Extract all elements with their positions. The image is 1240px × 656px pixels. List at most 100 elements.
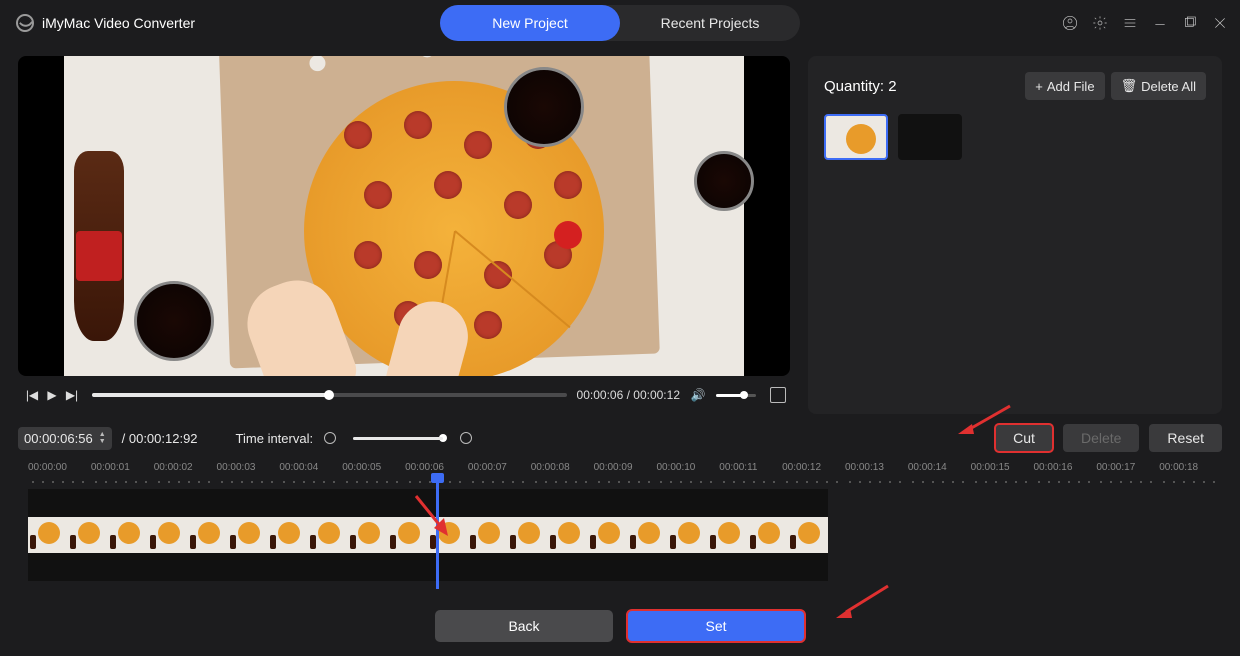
close-icon[interactable] [1212,15,1228,31]
clip-strip [28,517,828,553]
coke-bottle-shape [74,151,124,341]
tab-recent-projects[interactable]: Recent Projects [620,5,800,41]
glass-shape [504,67,584,147]
add-file-button[interactable]: +Add File [1025,72,1104,100]
timeline-frame [428,517,468,553]
time-stepper[interactable]: ▲ ▼ [99,431,106,445]
ruler-tick: 00:00:14 [908,462,971,473]
timeline-ruler: 00:00:0000:00:0100:00:0200:00:0300:00:04… [0,458,1240,473]
player-controls: |◀ ▶ ▶| 00:00:06 / 00:00:12 🔊 [18,376,790,414]
volume-slider[interactable] [716,394,756,397]
timeline-frame [268,517,308,553]
glass-shape [134,281,214,361]
timeline-track[interactable] [28,489,828,581]
delete-button[interactable]: Delete [1063,424,1139,452]
plus-icon: + [1035,79,1043,94]
app-logo-icon [16,14,34,32]
time-input[interactable]: 00:00:06:56 ▲ ▼ [18,427,112,450]
next-frame-button[interactable]: ▶| [62,388,82,402]
bottom-buttons: Back Set [0,610,1240,642]
ruler-tick: 00:00:13 [845,462,908,473]
interval-label: Time interval: [236,431,314,446]
titlebar: iMyMac Video Converter New Project Recen… [0,0,1240,46]
ruler-tick: 00:00:07 [468,462,531,473]
cut-button[interactable]: Cut [995,424,1053,452]
tab-new-project[interactable]: New Project [440,5,620,41]
video-preview [18,56,790,376]
set-button[interactable]: Set [627,610,805,642]
ruler-tick: 00:00:12 [782,462,845,473]
timeline-frame [388,517,428,553]
ruler-tick: 00:00:00 [28,462,91,473]
menu-icon[interactable] [1122,15,1138,31]
back-button[interactable]: Back [435,610,613,642]
timeline-frame [68,517,108,553]
ruler-tick: 00:00:08 [531,462,594,473]
clip-thumbnail[interactable] [824,114,888,160]
reset-button[interactable]: Reset [1149,424,1222,452]
zoom-out-icon[interactable] [323,431,337,445]
account-icon[interactable] [1062,15,1078,31]
play-button[interactable]: ▶ [42,388,62,402]
zoom-slider[interactable] [353,437,443,440]
ruler-tick: 00:00:01 [91,462,154,473]
ruler-tick: 00:00:17 [1096,462,1159,473]
timeline-frame [588,517,628,553]
window-controls [1062,15,1228,31]
video-frame [64,56,744,376]
timeline-frame [108,517,148,553]
chevron-up-icon: ▲ [99,431,106,438]
ruler-tick: 00:00:05 [342,462,405,473]
ruler-tick: 00:00:09 [594,462,657,473]
volume-icon[interactable]: 🔊 [688,388,708,402]
fullscreen-icon[interactable] [770,387,786,403]
timeline-frame [508,517,548,553]
timeline-frame [628,517,668,553]
maximize-icon[interactable] [1182,15,1198,31]
main-area: |◀ ▶ ▶| 00:00:06 / 00:00:12 🔊 Quantity: … [0,46,1240,414]
clips-panel: Quantity: 2 +Add File 🗑Delete All [808,56,1222,414]
timeline-frame [668,517,708,553]
zoom-in-icon[interactable] [459,431,473,445]
minimize-icon[interactable] [1152,15,1168,31]
side-column: Quantity: 2 +Add File 🗑Delete All [808,56,1222,414]
ruler-tick: 00:00:06 [405,462,468,473]
ruler-tick: 00:00:10 [656,462,719,473]
edit-actions: Cut Delete Reset [995,424,1222,452]
timeline-frame [348,517,388,553]
clip-thumbnail[interactable] [898,114,962,160]
editor-bar: 00:00:06:56 ▲ ▼ / 00:00:12:92 Time inter… [0,414,1240,458]
ruler-tick: 00:00:03 [217,462,280,473]
clip-thumbnails [824,114,1206,160]
project-tabs: New Project Recent Projects [440,5,800,41]
timeline-frame [468,517,508,553]
time-display: 00:00:06 / 00:00:12 [577,388,680,402]
timeline-frame [748,517,788,553]
timeline-frame [148,517,188,553]
ruler-tick: 00:00:04 [279,462,342,473]
ruler-tick: 00:00:16 [1034,462,1097,473]
progress-slider[interactable] [92,393,567,397]
ruler-tick: 00:00:11 [719,462,782,473]
timeline-frame [548,517,588,553]
ruler-tick: 00:00:02 [154,462,217,473]
trash-icon: 🗑 [1121,78,1138,94]
quantity-label: Quantity: 2 [824,78,897,95]
timeline-frame [708,517,748,553]
timeline-frame [788,517,828,553]
prev-frame-button[interactable]: |◀ [22,388,42,402]
glass-shape [694,151,754,211]
duration-label: / 00:00:12:92 [122,431,198,446]
ruler-tick: 00:00:15 [971,462,1034,473]
timeline-frame [188,517,228,553]
gear-icon[interactable] [1092,15,1108,31]
timeline-frame [28,517,68,553]
chevron-down-icon: ▼ [99,438,106,445]
preview-column: |◀ ▶ ▶| 00:00:06 / 00:00:12 🔊 [18,56,790,414]
timeline-frame [308,517,348,553]
ruler-tick: 00:00:18 [1159,462,1222,473]
delete-all-button[interactable]: 🗑Delete All [1111,72,1206,100]
app-title: iMyMac Video Converter [42,15,195,31]
playhead[interactable] [436,479,439,589]
bottle-cap-shape [554,221,582,249]
